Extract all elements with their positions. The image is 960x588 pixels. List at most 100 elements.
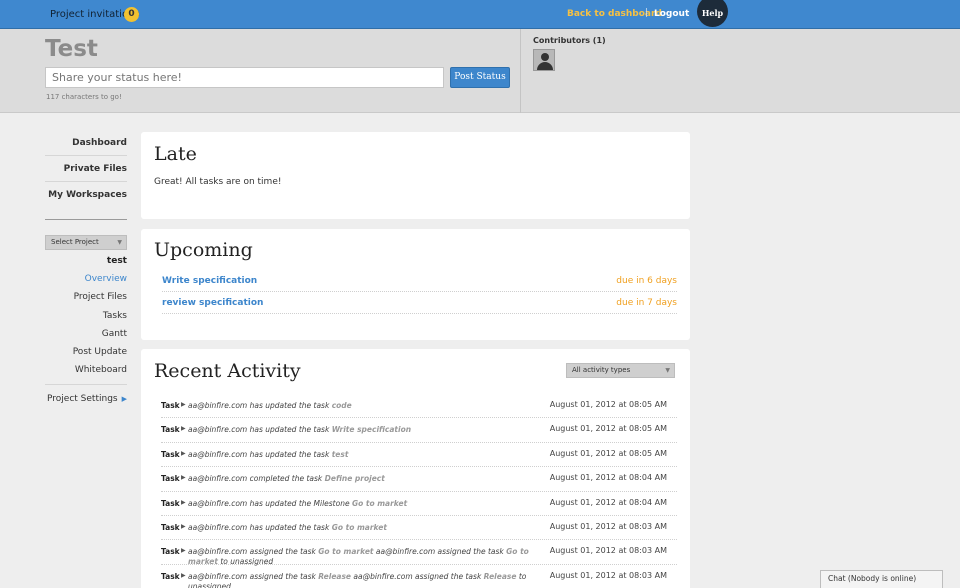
- activity-text: aa@binfire.com assigned the task: [188, 547, 319, 557]
- activity-text: aa@binfire.com assigned the task: [373, 547, 507, 557]
- post-status-button[interactable]: Post Status: [450, 67, 510, 88]
- activity-object-link[interactable]: Go to market: [332, 523, 387, 532]
- activity-object-link[interactable]: code: [332, 401, 352, 410]
- avatar-head-icon: [541, 53, 549, 61]
- triangle-right-icon: ▶: [181, 571, 186, 579]
- recent-activity-panel: Recent Activity All activity types ▼ Tas…: [141, 349, 690, 588]
- project-settings-label: Project Settings: [47, 394, 118, 404]
- late-message: Great! All tasks are on time!: [154, 177, 282, 187]
- activity-object-link[interactable]: Release: [484, 572, 517, 581]
- activity-kind: Task: [161, 425, 180, 435]
- sidebar-item-whiteboard[interactable]: Whiteboard: [45, 361, 127, 379]
- triangle-right-icon: ▶: [181, 449, 186, 457]
- activity-row: Task ▶ aa@binfire.com has updated the task…: [161, 394, 677, 419]
- upcoming-task-link[interactable]: Write specification: [162, 276, 257, 286]
- upcoming-task-link[interactable]: review specification: [162, 298, 263, 308]
- activity-date: August 01, 2012 at 08:03 AM: [549, 522, 667, 531]
- upcoming-panel: Upcoming Write specification due in 6 da…: [141, 229, 690, 340]
- activity-row: Task ▶ aa@binfire.com has updated the Mile…: [161, 492, 677, 516]
- sidebar-item-my-workspaces[interactable]: My Workspaces: [45, 182, 127, 207]
- help-button[interactable]: Help: [697, 0, 728, 27]
- activity-row: Task ▶ aa@binfire.com assigned the task Go…: [161, 540, 677, 566]
- triangle-right-icon: ▶: [121, 395, 127, 403]
- activity-object-link[interactable]: test: [332, 450, 349, 459]
- activity-row: Task ▶ aa@binfire.com completed the task D…: [161, 467, 677, 492]
- sidebar-item-overview[interactable]: Overview: [45, 270, 127, 288]
- activity-object-link[interactable]: Go to market: [318, 547, 373, 556]
- activity-object-link[interactable]: Define project: [325, 474, 385, 483]
- upcoming-title: Upcoming: [154, 239, 253, 261]
- activity-kind: Task: [161, 571, 180, 581]
- activity-date: August 01, 2012 at 08:03 AM: [549, 570, 667, 580]
- activity-description: aa@binfire.com has updated the task Go t…: [188, 523, 548, 533]
- sidebar-divider: [45, 219, 127, 220]
- contributors-label: Contributors (1): [533, 36, 606, 45]
- status-input[interactable]: [45, 67, 444, 88]
- activity-object-link[interactable]: Release: [318, 572, 351, 581]
- activity-text: aa@binfire.com has updated the Milestone: [188, 498, 352, 508]
- sidebar-main-nav: Dashboard Private Files My Workspaces: [45, 130, 127, 207]
- sidebar-item-dashboard[interactable]: Dashboard: [45, 130, 127, 156]
- sidebar-item-private-files[interactable]: Private Files: [45, 156, 127, 182]
- activity-text: aa@binfire.com has updated the task: [188, 449, 332, 459]
- due-label: due in 6 days: [616, 276, 677, 286]
- sidebar-item-gantt[interactable]: Gantt: [45, 325, 127, 343]
- triangle-right-icon: ▶: [181, 474, 186, 482]
- activity-kind: Task: [161, 401, 180, 410]
- sidebar-divider-2: [45, 384, 127, 385]
- recent-activity-title: Recent Activity: [154, 360, 301, 382]
- activity-kind: Task: [161, 523, 180, 532]
- invitations-count-badge[interactable]: 0: [124, 7, 139, 22]
- header-divider: [520, 29, 521, 113]
- activity-date: August 01, 2012 at 08:03 AM: [549, 546, 667, 556]
- activity-text: aa@binfire.com assigned the task: [351, 571, 484, 581]
- activity-date: August 01, 2012 at 08:04 AM: [549, 473, 667, 483]
- page-title: Test: [45, 36, 98, 62]
- sidebar-item-tasks[interactable]: Tasks: [45, 307, 127, 325]
- project-header: Test Post Status 117 characters to go! C…: [0, 29, 960, 113]
- activity-description: aa@binfire.com has updated the task Writ…: [188, 425, 548, 435]
- activity-text: aa@binfire.com completed the task: [188, 474, 325, 484]
- top-bar: Project invitations 0 Back to dashboard …: [0, 0, 960, 29]
- activity-date: August 01, 2012 at 08:05 AM: [549, 400, 667, 409]
- activity-description: aa@binfire.com has updated the Milestone…: [188, 499, 548, 509]
- activity-description: aa@binfire.com assigned the task Release…: [188, 572, 548, 588]
- activity-description: aa@binfire.com has updated the task test: [188, 450, 548, 460]
- activity-date: August 01, 2012 at 08:05 AM: [549, 424, 667, 434]
- activity-date: August 01, 2012 at 08:05 AM: [549, 448, 667, 458]
- triangle-right-icon: ▶: [181, 523, 186, 530]
- activity-object-link[interactable]: Go to market: [352, 499, 407, 508]
- activity-type-dropdown[interactable]: All activity types ▼: [566, 363, 675, 378]
- activity-kind: Task: [161, 474, 180, 484]
- chat-bar[interactable]: Chat (Nobody is online): [820, 570, 943, 588]
- topbar-separator: |: [645, 8, 649, 18]
- chevron-down-icon: ▼: [665, 367, 670, 374]
- activity-type-label: All activity types: [572, 366, 631, 374]
- activity-text: aa@binfire.com has updated the task: [188, 401, 332, 410]
- sidebar-item-post-update[interactable]: Post Update: [45, 343, 127, 361]
- logout-link[interactable]: Logout: [654, 9, 689, 19]
- activity-object-link[interactable]: Write specification: [332, 425, 411, 434]
- activity-kind: Task: [161, 498, 180, 508]
- activity-text: aa@binfire.com has updated the task: [188, 425, 332, 435]
- contributor-avatar[interactable]: [533, 49, 555, 71]
- activity-date: August 01, 2012 at 08:04 AM: [549, 497, 667, 507]
- triangle-right-icon: ▶: [181, 498, 186, 506]
- sidebar-project-nav: Overview Project Files Tasks Gantt Post …: [45, 270, 127, 380]
- triangle-right-icon: ▶: [181, 547, 186, 555]
- chevron-down-icon: ▼: [117, 239, 122, 246]
- select-project-dropdown[interactable]: Select Project ▼: [45, 235, 127, 250]
- sidebar-item-project-files[interactable]: Project Files: [45, 288, 127, 306]
- late-title: Late: [154, 143, 197, 165]
- activity-kind: Task: [161, 547, 180, 557]
- select-project-label: Select Project: [51, 238, 99, 246]
- due-label: due in 7 days: [616, 298, 677, 308]
- sidebar-project-name: test: [106, 256, 127, 266]
- activity-row: Task ▶ aa@binfire.com has updated the task…: [161, 443, 677, 468]
- triangle-right-icon: ▶: [181, 425, 186, 433]
- late-panel: Late Great! All tasks are on time!: [141, 132, 690, 219]
- sidebar-item-project-settings[interactable]: Project Settings ▶: [45, 394, 127, 404]
- activity-text: aa@binfire.com assigned the task: [188, 571, 319, 581]
- list-item: review specification due in 7 days: [162, 292, 677, 314]
- char-count: 117 characters to go!: [46, 93, 122, 101]
